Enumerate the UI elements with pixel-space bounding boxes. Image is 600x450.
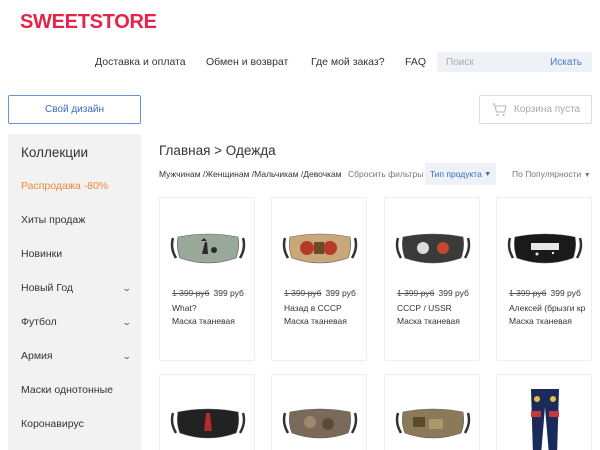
search-button[interactable]: Искать [550, 57, 592, 68]
current-price: 399 руб [550, 288, 581, 298]
product-card[interactable] [271, 374, 367, 450]
current-price: 399 руб [438, 288, 469, 298]
sidebar-item-football[interactable]: Футбол ⌄ [21, 316, 132, 328]
product-type: Маска тканевая [509, 316, 572, 326]
mask-image [282, 408, 358, 439]
old-price: 1 399 руб [397, 288, 435, 298]
custom-design-button[interactable]: Свой дизайн [8, 95, 141, 124]
mask-image [282, 233, 358, 264]
sort-label: По Популярности [512, 169, 582, 179]
mask-image [395, 408, 471, 439]
mask-image [170, 408, 246, 439]
sidebar-item-army[interactable]: Армия ⌄ [21, 350, 132, 362]
chevron-down-icon: ▼ [583, 172, 591, 179]
chevron-down-icon[interactable]: ⌄ [122, 351, 132, 362]
product-name[interactable]: Алексей (брызги кр [509, 303, 589, 313]
product-card[interactable]: 1 399 руб 399 руб Назад в СССР Маска ткан… [271, 197, 367, 361]
mask-image [395, 233, 471, 264]
old-price: 1 399 руб [172, 288, 210, 298]
product-type-label: Тип продукта [429, 169, 482, 179]
nav-delivery-link[interactable]: Доставка и оплата [95, 56, 186, 68]
old-price: 1 399 руб [509, 288, 547, 298]
nav-order-status-link[interactable]: Где мой заказ? [311, 56, 385, 68]
product-price: 1 399 руб 399 руб [284, 288, 356, 298]
mask-image [170, 233, 246, 264]
product-price: 1 399 руб 399 руб [509, 288, 581, 298]
product-card[interactable]: 1 399 руб 399 руб СССР / USSR Маска ткане… [384, 197, 480, 361]
sidebar-item-new-year[interactable]: Новый Год ⌄ [21, 282, 132, 294]
sidebar-item-hits[interactable]: Хиты продаж [21, 214, 131, 226]
sidebar-item-sale[interactable]: Распродажа -80% [21, 180, 131, 192]
cart-button[interactable]: Корзина пуста [479, 95, 592, 124]
product-card[interactable]: 1 399 руб 399 руб Алексей (брызги кр Маск… [496, 197, 592, 361]
product-name[interactable]: Назад в СССР [284, 303, 364, 313]
sidebar-item-plain-masks[interactable]: Маски однотонные [21, 384, 131, 396]
sort-dropdown[interactable]: По Популярности ▼ [512, 169, 591, 179]
sidebar-item-new[interactable]: Новинки [21, 248, 131, 260]
filter-bar: Мужчинам /Женщинам /Мальчикам /Девочкам … [159, 163, 592, 185]
leggings-image [531, 389, 559, 450]
brand-logo[interactable]: SWEETSTORE [20, 11, 157, 34]
cart-label: Корзина пуста [513, 104, 581, 115]
sidebar-item-coronavirus[interactable]: Коронавирус [21, 418, 131, 430]
gender-filter[interactable]: Мужчинам /Женщинам /Мальчикам /Девочкам [159, 169, 342, 179]
product-name[interactable]: СССР / USSR [397, 303, 477, 313]
reset-filters-button[interactable]: Сбросить фильтры [348, 169, 423, 179]
product-type: Маска тканевая [284, 316, 347, 326]
product-type-dropdown[interactable]: Тип продукта ▼ [425, 163, 496, 185]
old-price: 1 399 руб [284, 288, 322, 298]
collections-sidebar: Коллекции Распродажа -80% Хиты продаж Но… [8, 134, 141, 450]
sidebar-item-label: Армия [21, 350, 53, 362]
sidebar-item-label: Хиты продаж [21, 214, 86, 226]
sidebar-item-label: Новый Год [21, 282, 74, 294]
mask-image [507, 233, 583, 264]
sidebar-title: Коллекции [21, 145, 89, 160]
nav-returns-link[interactable]: Обмен и возврат [206, 56, 288, 68]
sidebar-item-label: Футбол [21, 316, 57, 328]
cart-icon [491, 102, 507, 116]
product-card[interactable] [496, 374, 592, 450]
current-price: 399 руб [325, 288, 356, 298]
sidebar-item-label: Коронавирус [21, 418, 84, 430]
product-type: Маска тканевая [397, 316, 460, 326]
product-price: 1 399 руб 399 руб [397, 288, 469, 298]
product-type: Маска тканевая [172, 316, 235, 326]
sidebar-item-label: Маски однотонные [21, 384, 113, 396]
breadcrumb[interactable]: Главная > Одежда [159, 143, 276, 158]
current-price: 399 руб [213, 288, 244, 298]
chevron-down-icon[interactable]: ⌄ [122, 317, 132, 328]
search-input[interactable]: Поиск [437, 57, 550, 68]
product-name[interactable]: What? [172, 303, 252, 313]
sidebar-item-label: Новинки [21, 248, 63, 260]
chevron-down-icon[interactable]: ⌄ [122, 283, 132, 294]
chevron-down-icon: ▼ [484, 170, 492, 178]
product-card[interactable] [159, 374, 255, 450]
product-card[interactable] [384, 374, 480, 450]
product-price: 1 399 руб 399 руб [172, 288, 244, 298]
search-bar: Поиск Искать [437, 52, 592, 72]
product-card[interactable]: 1 399 руб 399 руб What? Маска тканевая [159, 197, 255, 361]
sidebar-item-label: Распродажа -80% [21, 180, 109, 192]
nav-faq-link[interactable]: FAQ [405, 56, 426, 68]
